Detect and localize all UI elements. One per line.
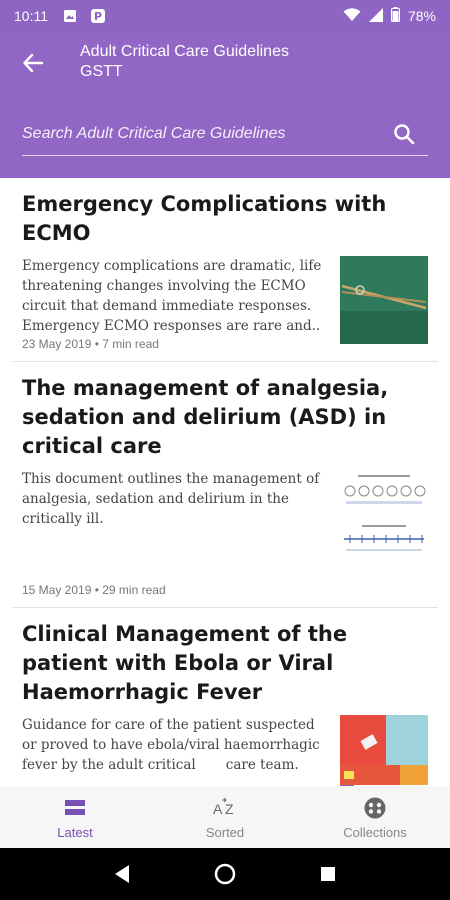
article-title: Emergency Complications with ECMO [22,192,387,245]
system-recents-button[interactable] [313,859,343,889]
header-title-block: Adult Critical Care Guidelines GSTT [80,42,289,82]
wifi-icon [343,7,361,25]
article-summary: This document outlines the management of… [22,471,320,527]
nav-label: Latest [57,824,93,840]
article-thumbnail [340,715,428,786]
article-summary: Guidance for care of the patient suspect… [22,717,324,773]
triangle-back-icon [114,865,129,883]
status-time: 10:11 [14,8,48,24]
search-input[interactable] [22,124,388,143]
article-meta: 15 May 2019 • 29 min read [22,583,166,597]
article-list: Emergency Complications with ECMO Emerge… [0,178,450,786]
article-title: Clinical Management of the patient with … [22,622,348,704]
bottom-navigation: Latest A Z Sorted Collections [0,786,450,848]
circle-home-icon [214,863,236,885]
nav-collections[interactable]: Collections [300,786,450,848]
search-button[interactable] [388,118,420,150]
article-card[interactable]: The management of analgesia, sedation an… [12,362,438,608]
system-back-button[interactable] [107,859,137,889]
nav-sorted[interactable]: A Z Sorted [150,786,300,848]
svg-text:A: A [213,801,223,817]
article-thumbnail [340,256,428,344]
nav-label: Sorted [205,824,245,840]
square-recents-icon [321,867,336,881]
sort-az-icon: A Z [212,795,238,821]
latest-icon [63,795,87,821]
nav-label: Collections [343,824,407,840]
back-button[interactable] [18,48,48,78]
battery-level: 78% [407,8,436,24]
nav-latest[interactable]: Latest [0,786,150,848]
collections-icon [363,795,387,821]
image-icon [62,8,78,24]
parking-icon: P [90,8,106,24]
arrow-left-icon [23,53,44,73]
svg-text:P: P [94,10,102,23]
article-card[interactable]: Emergency Complications with ECMO Emerge… [12,178,438,362]
article-meta: 23 May 2019 • 7 min read [22,337,159,351]
page-title: Adult Critical Care Guidelines [80,43,289,60]
system-navigation-bar [0,848,450,900]
search-icon [394,123,415,144]
status-bar: 10:11 P 78% [0,0,450,32]
article-card[interactable]: Clinical Management of the patient with … [12,608,438,786]
battery-icon [390,7,400,25]
app-header: Adult Critical Care Guidelines GSTT [0,32,450,178]
search-bar [22,112,428,156]
article-summary: Emergency complications are dramatic, li… [22,258,322,334]
signal-icon [368,7,383,25]
article-thumbnail [340,469,428,557]
article-title: The management of analgesia, sedation an… [22,376,389,458]
page-subtitle: GSTT [80,63,123,80]
system-home-button[interactable] [210,859,240,889]
svg-text:Z: Z [225,801,234,817]
